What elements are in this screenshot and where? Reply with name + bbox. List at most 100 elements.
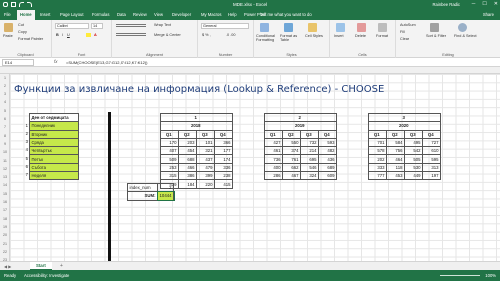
row-number[interactable]: 21 [0,242,10,246]
weekday-number[interactable]: 4 [16,147,28,152]
row-number[interactable]: 16 [0,200,10,204]
insert-function-icon[interactable]: fx [54,59,58,64]
user-name[interactable]: Rainbee Radic [433,2,460,7]
data-cell[interactable]: 313 [422,162,441,173]
data-cell[interactable]: 595 [422,154,441,164]
find-select-button[interactable]: Find & Select [454,34,477,38]
row-number[interactable]: 15 [0,192,10,196]
weekday-cell[interactable]: Четвъртък [29,146,79,156]
fill-button[interactable]: Fill [400,30,405,34]
row-number[interactable]: 18 [0,217,10,221]
quarter-header[interactable]: Q2 [386,129,405,139]
cell-styles-icon[interactable] [308,23,317,32]
weekday-number[interactable]: 1 [16,123,28,128]
tab-developer[interactable]: Developer [172,12,191,17]
data-cell[interactable]: 546 [300,162,319,173]
data-cell[interactable]: 321 [196,146,215,156]
weekday-cell[interactable]: Събота [29,162,79,173]
data-cell[interactable]: 286 [264,171,283,181]
quarter-header[interactable]: Q4 [318,129,337,139]
quarter-header[interactable]: Q3 [196,129,215,139]
data-cell[interactable]: 374 [282,146,301,156]
autosum-button[interactable]: AutoSum [400,23,416,27]
weekday-number[interactable]: 3 [16,139,28,144]
weekday-number[interactable]: 5 [16,156,28,161]
zoom-level[interactable]: 100% [485,273,496,278]
data-cell[interactable]: 253 [160,162,179,173]
weekday-number[interactable]: 2 [16,131,28,136]
data-cell[interactable]: 688 [178,154,197,164]
data-cell[interactable]: 467 [282,171,301,181]
data-cell[interactable]: 578 [368,146,387,156]
data-cell[interactable]: 436 [318,154,337,164]
tab-page-layout[interactable]: Page Layout [60,12,84,17]
data-cell[interactable]: 482 [318,146,337,156]
tab-formulas[interactable]: Formulas [92,12,109,17]
data-cell[interactable]: 454 [178,146,197,156]
data-cell[interactable]: 197 [422,171,441,181]
data-cell[interactable]: 461 [264,146,283,156]
data-cell[interactable]: 101 [196,137,215,148]
weekday-cell[interactable]: Петък [29,154,79,164]
row-number[interactable]: 1 [0,76,10,80]
weekday-number[interactable]: 7 [16,172,28,177]
number-format-select[interactable]: General [201,23,249,29]
data-cell[interactable]: 542 [404,146,423,156]
add-sheet-icon[interactable]: + [60,263,63,269]
tab-my-macros[interactable]: My Macros [201,12,221,17]
sum-label[interactable]: SUM: [127,191,158,201]
data-cell[interactable]: 505 [404,154,423,164]
quarter-header[interactable]: Q3 [300,129,319,139]
data-cell[interactable]: 464 [386,154,405,164]
data-cell[interactable]: 610 [422,146,441,156]
quarter-header[interactable]: Q1 [160,129,179,139]
italic-icon[interactable]: I [62,33,63,37]
font-size-select[interactable]: 14 [91,23,103,29]
share-button[interactable]: Share [483,12,494,17]
data-cell[interactable]: 449 [404,171,423,181]
index-num-value[interactable]: 2 [157,182,174,193]
data-cell[interactable]: 479 [196,162,215,173]
clear-button[interactable]: Clear [400,37,409,41]
bold-icon[interactable]: B [56,33,59,37]
fill-color-icon[interactable] [86,33,91,37]
data-cell[interactable]: 609 [318,171,337,181]
data-cell[interactable]: 399 [196,171,215,181]
insert-cells-icon[interactable] [336,23,345,32]
sheet-nav-arrows-icon[interactable]: ◀ ▶ [4,264,11,269]
data-cell[interactable]: 701 [368,137,387,148]
sheet-tab-start[interactable]: Start [30,262,52,270]
column-headers[interactable] [0,67,500,74]
paste-icon[interactable] [4,23,13,32]
quarter-header[interactable]: Q4 [422,129,441,139]
data-cell[interactable]: 220 [196,179,215,189]
data-cell[interactable]: 203 [178,137,197,148]
tab-insert[interactable]: Insert [40,12,50,17]
data-cell[interactable]: 202 [368,154,387,164]
row-number[interactable]: 17 [0,208,10,212]
row-number[interactable]: 5 [0,109,10,113]
row-number[interactable]: 4 [0,100,10,104]
data-cell[interactable]: 495 [404,137,423,148]
data-cell[interactable]: 689 [318,162,337,173]
accounting-icon[interactable]: $ % , [202,33,211,37]
data-cell[interactable]: 453 [386,171,405,181]
quarter-header[interactable]: Q3 [404,129,423,139]
data-cell[interactable]: 756 [386,146,405,156]
data-cell[interactable]: 366 [214,137,233,148]
conditional-formatting-button[interactable]: Conditional Formatting [256,34,278,42]
quarter-header[interactable]: Q4 [214,129,233,139]
data-cell[interactable]: 509 [160,154,179,164]
align-left-icon[interactable] [116,33,146,36]
zoom-slider[interactable] [440,275,480,276]
delete-cells-icon[interactable] [357,23,366,32]
weekday-header[interactable]: Ден от седмицата [29,112,79,123]
data-cell[interactable]: 593 [318,137,337,148]
data-cell[interactable]: 214 [300,146,319,156]
format-table-icon[interactable] [284,23,293,32]
data-cell[interactable]: 761 [282,154,301,164]
row-number[interactable]: 6 [0,117,10,121]
data-cell[interactable]: 407 [160,146,179,156]
weekday-cell[interactable]: Понеделник [29,121,79,131]
sort-filter-button[interactable]: Sort & Filter [426,34,446,38]
